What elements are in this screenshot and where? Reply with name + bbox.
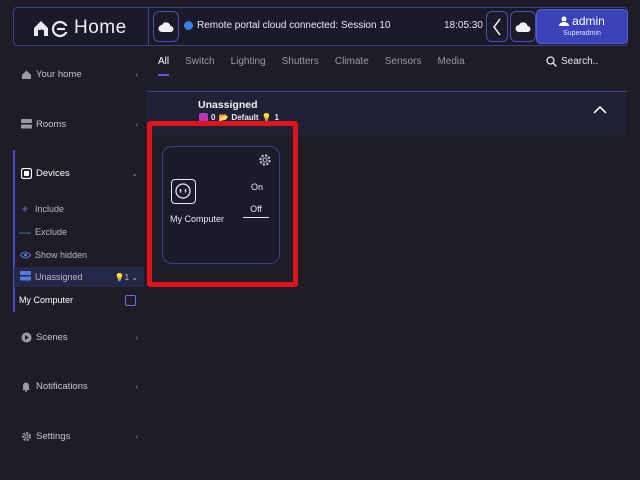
minus-icon: —: [19, 225, 31, 239]
sidebar-item-your-home[interactable]: Your home ‹: [14, 63, 144, 85]
clock: 18:05:30: [444, 20, 483, 31]
tab-all[interactable]: All: [158, 56, 170, 76]
sidebar-item-rooms[interactable]: Rooms ‹: [14, 113, 144, 135]
off-button[interactable]: Off: [243, 204, 269, 218]
sidebar-item-label: Your home: [36, 68, 82, 80]
chevron-up-icon: [593, 105, 607, 114]
device-name: My Computer: [170, 214, 225, 224]
user-menu-button[interactable]: admin Superadmin: [536, 9, 628, 44]
sidebar-item-unassigned[interactable]: Unassigned 💡1 ⌄: [14, 267, 144, 287]
exclude-label: Exclude: [35, 227, 68, 237]
home-logo-icon: [34, 20, 69, 38]
plus-icon: +: [21, 202, 29, 216]
sidebar-item-notifications[interactable]: Notifications ‹: [14, 375, 144, 397]
user-role: Superadmin: [563, 30, 601, 37]
eye-icon: [19, 248, 31, 262]
bulb-icon: 💡: [114, 272, 125, 282]
status-dot-icon: [184, 21, 193, 30]
show-hidden-button[interactable]: Show hidden: [14, 245, 144, 265]
back-button[interactable]: [486, 11, 508, 42]
tab-climate[interactable]: Climate: [335, 56, 369, 76]
search-button[interactable]: Search..: [546, 56, 598, 67]
tab-switch[interactable]: Switch: [185, 56, 214, 76]
play-icon: [20, 331, 32, 343]
tab-sensors[interactable]: Sensors: [385, 56, 422, 76]
chevron-left-icon: ‹: [135, 431, 138, 441]
chevron-left-icon: ‹: [135, 69, 138, 79]
chevron-left-icon: [493, 18, 501, 35]
house-icon: [20, 68, 32, 80]
chevron-left-icon: ‹: [135, 332, 138, 342]
status-text: Remote portal cloud connected: Session 1…: [197, 20, 391, 31]
tab-shutters[interactable]: Shutters: [282, 56, 319, 76]
logo-text: Home: [74, 17, 127, 38]
group-title: Unassigned: [198, 99, 258, 111]
header-divider: [148, 8, 149, 45]
cloud-sync-button[interactable]: [510, 11, 536, 42]
rooms-icon: [19, 270, 31, 284]
sidebar-item-label: Devices: [36, 167, 70, 179]
show-hidden-label: Show hidden: [35, 250, 88, 260]
app-logo[interactable]: Home: [32, 17, 127, 39]
gear-icon: [20, 430, 32, 442]
connection-status: Remote portal cloud connected: Session 1…: [184, 20, 390, 31]
unassigned-count: 💡1 ⌄: [114, 272, 138, 282]
sidebar-item-label: Scenes: [36, 331, 68, 343]
device-icon: [20, 167, 32, 179]
chevron-left-icon: ‹: [135, 381, 138, 391]
user-icon: [559, 16, 570, 26]
include-button[interactable]: + Include: [14, 199, 144, 219]
sidebar-item-label: Notifications: [36, 380, 88, 392]
chevron-down-icon: ⌄: [131, 168, 138, 178]
outlet-icon: [125, 294, 136, 306]
exclude-button[interactable]: — Exclude: [14, 222, 144, 242]
user-name: admin: [572, 14, 605, 28]
device-card[interactable]: My Computer On Off: [162, 146, 280, 264]
sidebar-device-my-computer[interactable]: My Computer: [14, 290, 144, 310]
device-label: My Computer: [19, 295, 74, 305]
sidebar-item-label: Settings: [36, 430, 71, 442]
on-button[interactable]: On: [251, 182, 263, 192]
bell-icon: [20, 380, 32, 392]
top-header: Home Remote portal cloud connected: Sess…: [13, 7, 628, 46]
search-icon: [546, 56, 557, 67]
sidebar: Your home ‹ Rooms ‹ Devices ⌄ + Include …: [0, 52, 146, 480]
gear-icon: [259, 154, 271, 166]
search-label: Search..: [561, 56, 599, 67]
filter-tabs: All Switch Lighting Shutters Climate Sen…: [158, 56, 481, 76]
rooms-icon: [20, 118, 32, 130]
tab-media[interactable]: Media: [437, 56, 464, 76]
card-settings-button[interactable]: [258, 153, 272, 172]
tab-lighting[interactable]: Lighting: [231, 56, 266, 76]
chevron-left-icon: ‹: [135, 119, 138, 129]
cloud-icon: [158, 21, 174, 32]
sidebar-item-devices[interactable]: Devices ⌄: [14, 162, 144, 184]
unassigned-label: Unassigned: [35, 272, 83, 282]
sidebar-item-label: Rooms: [36, 118, 67, 130]
sidebar-item-settings[interactable]: Settings ‹: [14, 425, 144, 447]
cloud-icon: [515, 21, 531, 32]
sidebar-item-scenes[interactable]: Scenes ‹: [14, 326, 144, 348]
cloud-button[interactable]: [153, 11, 179, 42]
include-label: Include: [35, 204, 65, 214]
collapse-button[interactable]: [593, 101, 607, 119]
outlet-icon: [171, 179, 196, 204]
